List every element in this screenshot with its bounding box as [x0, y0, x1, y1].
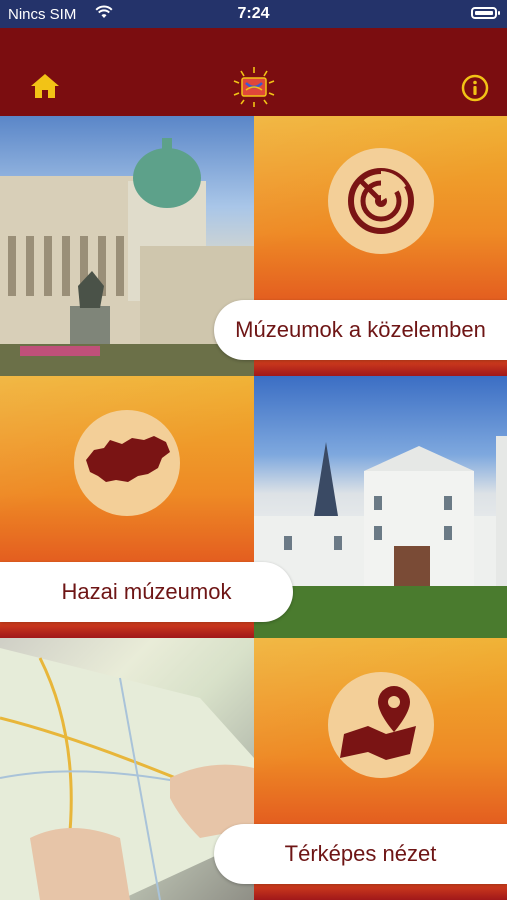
radar-circle: [328, 148, 434, 254]
radar-icon: [348, 168, 414, 234]
map-pin-icon: [340, 686, 416, 760]
map-pin-circle: [328, 672, 434, 778]
status-bar: Nincs SIM 7:24: [0, 0, 507, 28]
home-icon[interactable]: [30, 72, 60, 105]
map-view-button[interactable]: Térképes nézet: [214, 824, 507, 884]
app-header: [0, 28, 507, 116]
battery-icon: [471, 7, 500, 19]
info-icon[interactable]: [461, 74, 489, 107]
nearby-museums-button[interactable]: Múzeumok a közelemben: [214, 300, 507, 360]
museum-logo-icon: [232, 66, 276, 113]
domestic-museums-button[interactable]: Hazai múzeumok: [0, 562, 293, 622]
hungary-circle: [74, 410, 180, 516]
hungary-map-icon: [86, 436, 170, 482]
clock: 7:24: [237, 5, 270, 22]
